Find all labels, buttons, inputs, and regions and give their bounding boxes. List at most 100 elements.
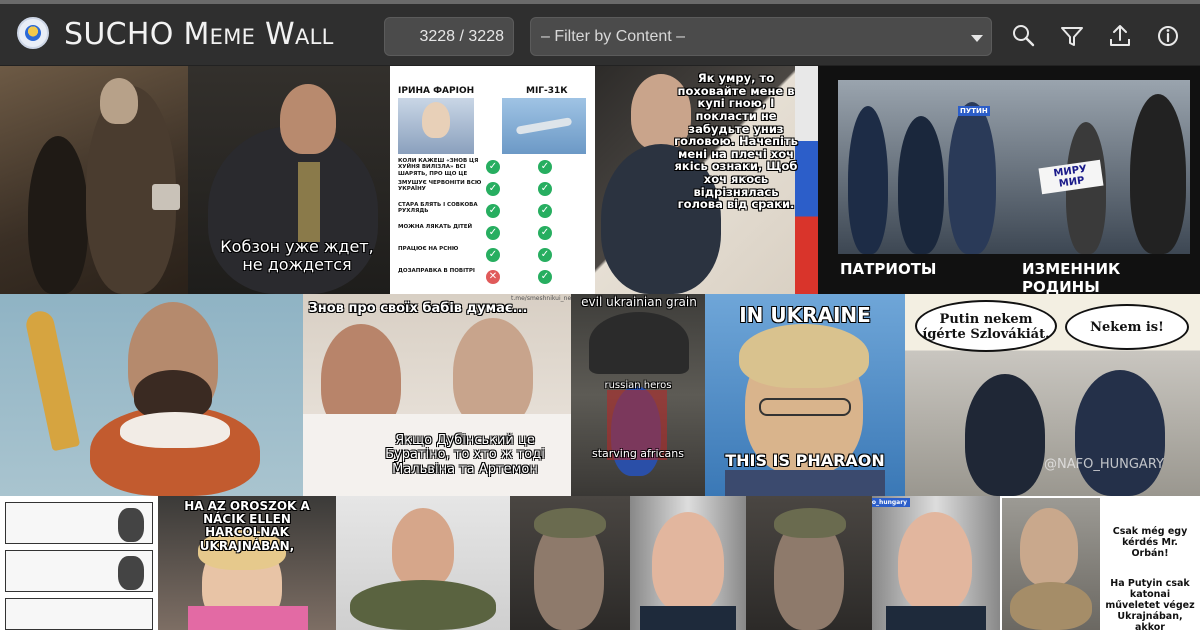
cap-label: ПУТИН <box>958 106 990 116</box>
nacik-caption: HA AZ OROSZOK A NÁCIK ELLEN HARCOLNAK UK… <box>184 499 310 553</box>
kobzon-face <box>280 84 336 154</box>
meme-orban-1[interactable] <box>630 496 746 630</box>
chevron-down-icon <box>971 35 983 42</box>
politician-right <box>1075 370 1165 496</box>
armband <box>152 184 180 210</box>
patriot-3 <box>948 102 996 254</box>
comparison-row-label: КОЛИ КАЖЕШ «ЗНОВ ЦЯ ХУЙНЯ ВИЛІЗЛА» ВСІ Ш… <box>398 158 479 177</box>
check-icon: ✓ <box>538 160 552 174</box>
shirt <box>725 470 885 496</box>
meme-dogs-comic[interactable] <box>0 496 158 630</box>
meme-putin-writing[interactable]: Як умру, то поховайте мене в купі гною, … <box>595 66 818 294</box>
check-icon: ✓ <box>486 248 500 262</box>
comparison-row-label: ДОЗАПРАВКА В ПОВІТРІ <box>398 268 475 274</box>
bed-bottom-caption: Якщо Дубінський це Буратіно, то хто ж то… <box>385 433 545 477</box>
columbo-question: Csak még egy kérdés Mr. Orbán! <box>1112 526 1188 559</box>
meme-hungary-handshake[interactable]: Putin nekem ígérte Szlovákiát. Nekem is!… <box>905 294 1200 496</box>
meme-counter: 3228 / 3228 <box>384 17 514 56</box>
meme-pharaon[interactable]: IN UKRAINE THIS IS PHARAON <box>705 294 905 496</box>
pharaon-top: IN UKRAINE <box>739 303 871 327</box>
sucho-logo[interactable] <box>17 17 49 49</box>
superman-mid: russian heros <box>604 380 672 391</box>
poem-caption: Як умру, то поховайте мене в купі гною, … <box>674 71 798 212</box>
comparison-row-label: СТАРА БЛЯТЬ І СОВКОВА РУХЛЯДЬ <box>398 202 478 215</box>
check-icon: ✓ <box>486 226 500 240</box>
patriots-label: ПАТРИОТЫ <box>840 260 937 278</box>
filter-icon <box>1061 27 1083 46</box>
general-uniform <box>350 580 496 630</box>
meme-columbo[interactable]: Csak még egy kérdés Mr. Orbán! Ha Putyin… <box>1000 496 1200 630</box>
superman-bottom: starving africans <box>591 447 684 460</box>
info-icon <box>1158 26 1178 46</box>
glasses <box>759 398 851 416</box>
meme-bed[interactable]: Знов про своїх бабів думає... t.me/smesh… <box>303 294 571 496</box>
patriot-1 <box>848 106 888 254</box>
farion-face <box>422 102 450 138</box>
meme-patriots[interactable]: ПУТИН МИРУ МИР ПАТРИОТЫ ИЗМЕННИК РОДИНЫ <box>818 66 1200 294</box>
orban-face <box>652 512 724 612</box>
meme-dubinsky-key[interactable] <box>0 294 303 496</box>
bed-top-caption: Знов про своїх бабів думає... <box>308 301 528 316</box>
search-button[interactable] <box>1008 20 1040 52</box>
meme-soldier-orban-1[interactable] <box>510 496 630 630</box>
logo-emblem <box>25 25 41 41</box>
kobzon-caption: Кобзон уже ждет, не дождется <box>220 237 374 274</box>
pharaon-bottom: THIS IS PHARAON <box>725 451 885 470</box>
comparison-row-label: ЗМУШУЄ ЧЕРВОНІТИ ВСЮ УКРАЇНУ <box>398 180 482 193</box>
orban-face-2 <box>898 512 972 612</box>
nafo-tag: @nafo_hungary <box>872 498 911 507</box>
meme-soldier-orban-2[interactable] <box>746 496 872 630</box>
meme-hitler-putin[interactable] <box>0 66 188 294</box>
patriot-2 <box>898 116 944 254</box>
military-cap-2 <box>774 508 846 538</box>
check-icon: ✓ <box>486 160 500 174</box>
meme-farion-mig[interactable]: ІРИНА ФАРІОН МІГ-31К КОЛИ КАЖЕШ «ЗНОВ ЦЯ… <box>390 66 595 294</box>
columbo-statement: Ha Putyin csak katonai műveletet végez U… <box>1105 578 1195 630</box>
info-button[interactable] <box>1152 20 1184 52</box>
columbo-face <box>1020 508 1078 586</box>
politician-left <box>965 374 1045 496</box>
app-header: SUCHO Meme Wall 3228 / 3228 – Filter by … <box>0 0 1200 66</box>
nafo-watermark: @NAFO_HUNGARY <box>1044 457 1164 472</box>
locomotive <box>589 312 689 374</box>
search-icon <box>1013 25 1035 47</box>
meme-grid: Кобзон уже ждет, не дождется ІРИНА ФАРІО… <box>0 66 1200 630</box>
comparison-row-label: ПРАЦЮЄ НА РСНЮ <box>398 246 459 252</box>
check-icon: ✓ <box>538 248 552 262</box>
meme-nacik-girl[interactable]: HA AZ OROSZOK A NÁCIK ELLEN HARCOLNAK UK… <box>158 496 336 630</box>
golden-key <box>23 308 81 452</box>
filter-placeholder: – Filter by Content – <box>541 28 686 45</box>
columbo-coat <box>1010 582 1092 630</box>
soldier-2 <box>118 556 144 590</box>
white-collar <box>120 412 230 448</box>
check-icon: ✓ <box>538 182 552 196</box>
content-filter-select[interactable]: – Filter by Content – <box>530 17 992 56</box>
tie <box>298 162 320 242</box>
check-icon: ✓ <box>538 270 552 284</box>
meme-orban-2[interactable]: @nafo_hungary <box>872 496 1000 630</box>
orban-suit-2 <box>886 606 986 630</box>
bed-watermark: t.me/smeshnikui_net <box>511 295 571 302</box>
military-cap <box>534 508 606 538</box>
meme-general[interactable] <box>336 496 510 630</box>
cross-icon: ✕ <box>486 270 500 284</box>
comic-panel-3 <box>5 598 153 630</box>
share-button[interactable] <box>1104 20 1136 52</box>
riot-police <box>1130 94 1186 254</box>
traitor-label: ИЗМЕННИК РОДИНЫ <box>1022 260 1121 294</box>
farion-header: ІРИНА ФАРІОН <box>398 86 475 96</box>
pink-shirt <box>188 606 308 630</box>
check-icon: ✓ <box>538 204 552 218</box>
comparison-row-label: МОЖНА ЛЯКАТЬ ДІТЕЙ <box>398 224 473 230</box>
meme-superman[interactable]: evil ukrainian grain russian heros starv… <box>571 294 705 496</box>
meme-kobzon[interactable]: Кобзон уже ждет, не дождется <box>188 66 390 294</box>
orban-suit <box>640 606 736 630</box>
man-figure <box>453 318 533 428</box>
general-face <box>392 508 454 588</box>
check-icon: ✓ <box>538 226 552 240</box>
face <box>100 78 138 124</box>
soldier-1 <box>118 508 144 542</box>
blonde-hair <box>739 324 869 388</box>
bubble-left: Putin nekem ígérte Szlovákiát. <box>915 300 1057 352</box>
filter-button[interactable] <box>1056 20 1088 52</box>
